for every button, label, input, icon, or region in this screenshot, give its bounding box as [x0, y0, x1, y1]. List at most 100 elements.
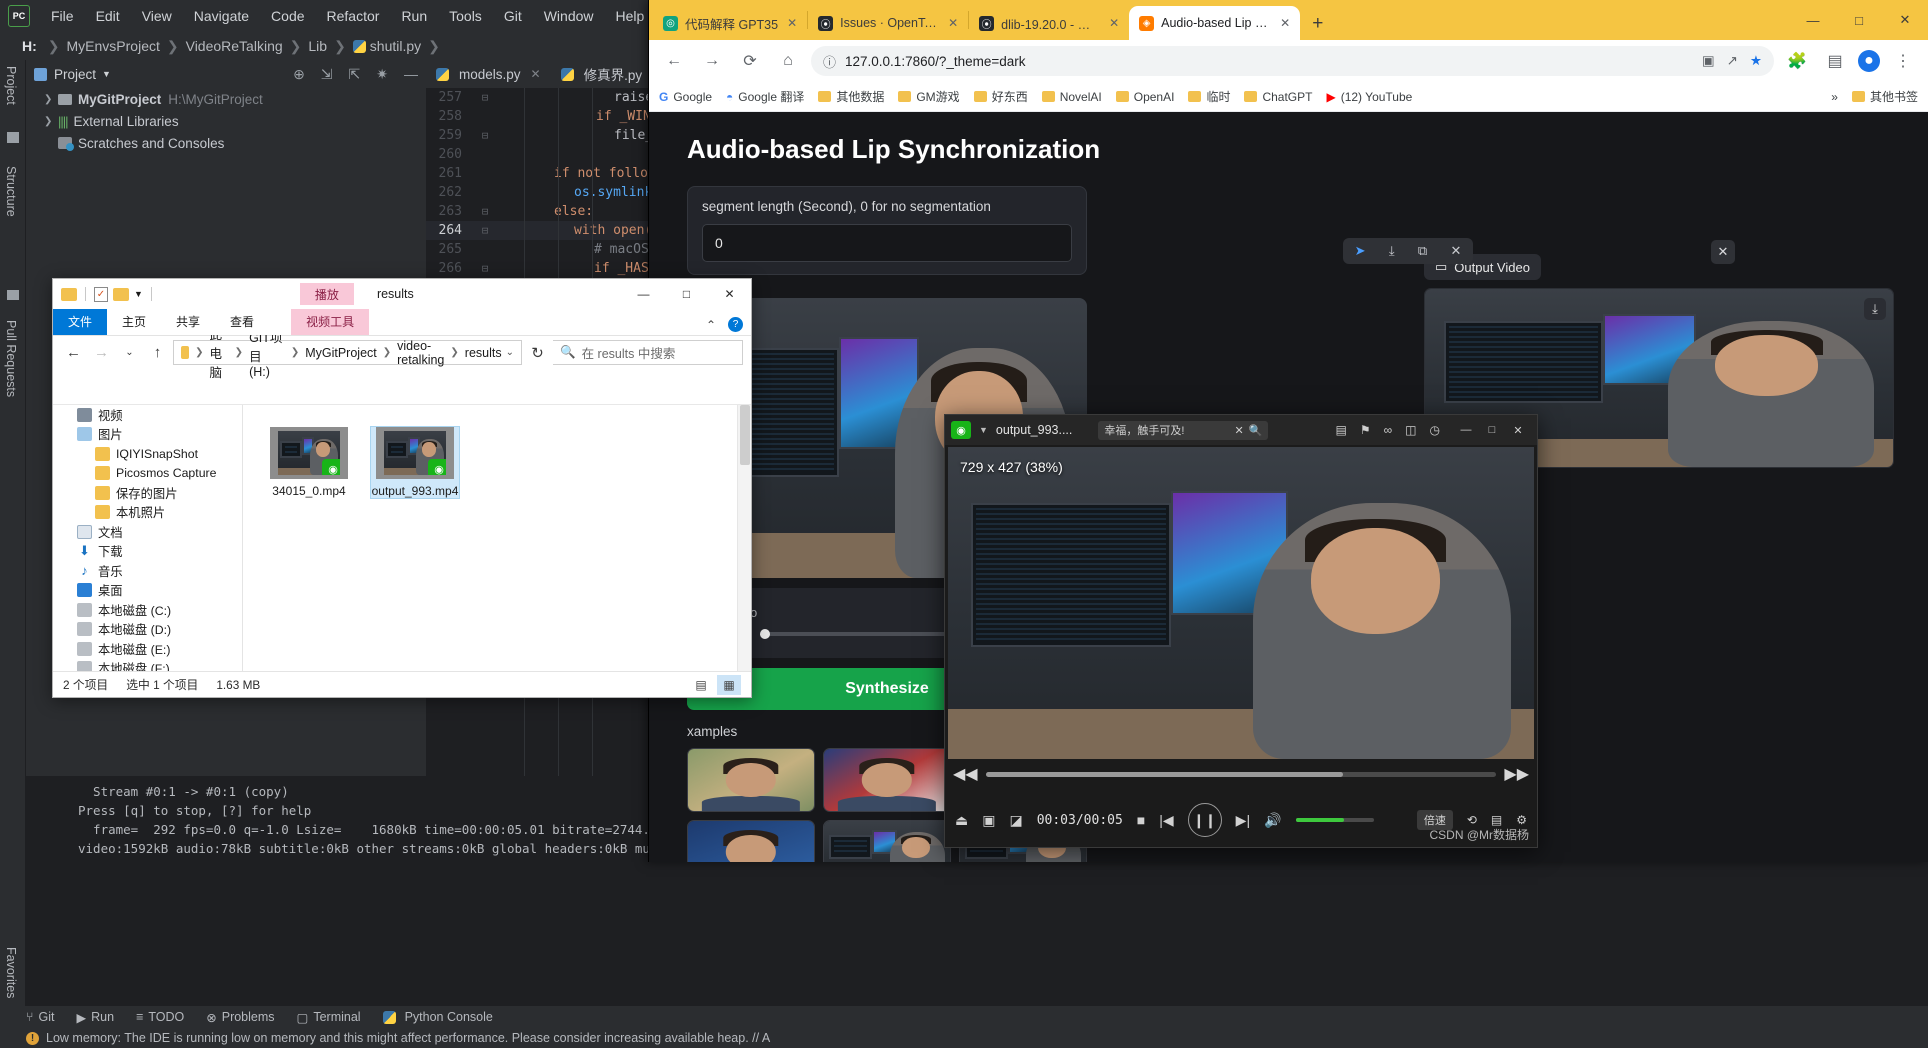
- breadcrumb-item-2[interactable]: VideoReTalking: [186, 38, 283, 54]
- tool-button-git[interactable]: ⑂ Git: [26, 1010, 55, 1024]
- example-thumbnail[interactable]: [823, 748, 951, 812]
- download-icon[interactable]: ⤓: [1389, 243, 1395, 259]
- nav-item-saved-pictures[interactable]: 保存的图片: [53, 483, 242, 503]
- close-button[interactable]: ✕: [1882, 3, 1928, 37]
- seek-forward-icon[interactable]: ▶▶: [1504, 764, 1529, 784]
- pause-icon[interactable]: ❙❙: [1187, 803, 1222, 837]
- editor-tab-models[interactable]: models.py ✕: [426, 60, 551, 88]
- menu-item-view[interactable]: View: [131, 8, 183, 24]
- qr-icon[interactable]: ▣: [1702, 53, 1715, 69]
- chevron-down-icon[interactable]: ▼: [102, 69, 111, 79]
- tag-icon[interactable]: ◫: [1405, 423, 1416, 437]
- history-icon[interactable]: ◷: [1430, 423, 1440, 437]
- forward-icon[interactable]: →: [697, 46, 727, 76]
- repeat-icon[interactable]: ⟲: [1467, 813, 1477, 827]
- new-folder-icon[interactable]: [113, 287, 129, 301]
- maximize-button[interactable]: □: [1836, 3, 1882, 37]
- volume-slider[interactable]: [1295, 818, 1374, 822]
- info-icon[interactable]: ⓘ: [823, 52, 836, 71]
- recent-locations-icon[interactable]: ⌄: [117, 340, 142, 365]
- link-icon[interactable]: ∞: [1384, 423, 1393, 437]
- expand-all-icon[interactable]: ⇲: [321, 66, 333, 83]
- close-button[interactable]: ✕: [708, 279, 751, 309]
- breadcrumb-item-4[interactable]: results: [465, 346, 502, 360]
- chevron-up-icon[interactable]: ⌃: [706, 318, 716, 332]
- chrome-tab-issues[interactable]: ⦿ Issues · OpenTalker/vide ✕: [808, 6, 968, 40]
- player-seek-slider[interactable]: [985, 771, 1497, 777]
- breadcrumb-drive[interactable]: H:: [22, 38, 37, 54]
- tool-button-terminal[interactable]: ▢ Terminal: [297, 1010, 361, 1025]
- menu-item-file[interactable]: File: [40, 8, 85, 24]
- new-tab-button[interactable]: +: [1300, 13, 1335, 40]
- seek-back-icon[interactable]: ◀◀: [953, 764, 978, 784]
- menu-item-edit[interactable]: Edit: [85, 8, 131, 24]
- menu-item-window[interactable]: Window: [533, 8, 605, 24]
- example-thumbnail[interactable]: [687, 820, 815, 862]
- breadcrumb-item-2[interactable]: MyGitProject: [305, 346, 377, 360]
- address-bar[interactable]: ⓘ 127.0.0.1:7860/?_theme=dark ▣ ↗ ★: [811, 46, 1774, 76]
- context-tab-play-top[interactable]: 播放: [299, 283, 354, 305]
- search-icon[interactable]: 🔍: [1249, 424, 1263, 437]
- file-item-output993[interactable]: ◉ output_993.mp4: [370, 426, 460, 499]
- ribbon-tab-share[interactable]: 共享: [161, 309, 215, 335]
- ribbon-tab-video-tools[interactable]: 视频工具: [291, 309, 370, 335]
- customize-chevron-icon[interactable]: ▼: [134, 289, 143, 299]
- bookmark-youtube[interactable]: ▶ (12) YouTube: [1326, 90, 1412, 104]
- fold-marker-icon[interactable]: ⊟: [474, 262, 496, 275]
- chevron-right-icon[interactable]: ❯: [44, 116, 58, 127]
- close-icon[interactable]: ✕: [1109, 16, 1119, 30]
- search-input[interactable]: 🔍 在 results 中搜索: [553, 340, 743, 365]
- folder-icon[interactable]: [61, 287, 77, 301]
- close-icon[interactable]: ✕: [1280, 16, 1290, 30]
- rail-tab-project[interactable]: Project: [4, 66, 18, 105]
- project-tree-row-scratches[interactable]: Scratches and Consoles: [26, 132, 426, 154]
- nav-item-local-photos[interactable]: 本机照片: [53, 503, 242, 523]
- menu-item-navigate[interactable]: Navigate: [183, 8, 260, 24]
- close-icon[interactable]: ✕: [948, 16, 958, 30]
- back-icon[interactable]: ←: [659, 46, 689, 76]
- project-tree-row-mygitproject[interactable]: ❯ MyGitProject H:\MyGitProject: [26, 88, 426, 110]
- bookmarks-overflow-button[interactable]: »: [1831, 90, 1838, 104]
- hide-panel-icon[interactable]: —: [404, 66, 418, 83]
- cursor-icon[interactable]: ➤: [1355, 243, 1366, 259]
- playlist-icon[interactable]: ▤: [1336, 423, 1347, 437]
- project-panel-title[interactable]: Project: [54, 67, 96, 82]
- segment-length-input[interactable]: 0: [702, 224, 1072, 262]
- rail-tab-favorites[interactable]: Favorites: [4, 947, 18, 998]
- download-icon[interactable]: ⤓: [1864, 298, 1886, 320]
- properties-icon[interactable]: ✓: [94, 286, 108, 302]
- fold-marker-icon[interactable]: ⊟: [474, 129, 496, 142]
- chrome-tab-audio-lip-sync[interactable]: ◈ Audio-based Lip Synchro ✕: [1129, 6, 1301, 40]
- close-icon[interactable]: ✕: [1450, 243, 1461, 259]
- menu-item-git[interactable]: Git: [493, 8, 533, 24]
- breadcrumb-path[interactable]: ❯ 此电脑 ❯ GIT项目 (H:) ❯ MyGitProject ❯ vide…: [173, 328, 522, 380]
- nav-item-music[interactable]: ♪ 音乐: [53, 561, 242, 581]
- video-close-button[interactable]: ✕: [1711, 240, 1735, 264]
- star-icon[interactable]: ★: [1750, 53, 1762, 69]
- potplayer-icon[interactable]: ◉: [951, 421, 971, 439]
- back-icon[interactable]: ←: [61, 340, 86, 365]
- chevron-right-icon[interactable]: ❯: [44, 94, 58, 105]
- nav-item-disk-f[interactable]: 本地磁盘 (F:): [53, 659, 242, 671]
- minimize-button[interactable]: —: [1453, 419, 1479, 441]
- bookmark-novelai[interactable]: NovelAI: [1041, 90, 1102, 104]
- nav-item-pictures[interactable]: 图片: [53, 425, 242, 445]
- help-icon[interactable]: ?: [728, 317, 743, 332]
- forward-icon[interactable]: →: [89, 340, 114, 365]
- bookmark-google-translate[interactable]: ◓ Google 翻译: [726, 88, 804, 105]
- minimize-button[interactable]: —: [622, 279, 665, 309]
- scrollbar-thumb[interactable]: [740, 405, 750, 465]
- share-icon[interactable]: ↗: [1727, 53, 1738, 69]
- bookmark-other-data[interactable]: 其他数据: [818, 88, 884, 105]
- extensions-icon[interactable]: 🧩: [1782, 46, 1812, 76]
- bookmark-good-stuff[interactable]: 好东西: [973, 88, 1028, 105]
- refresh-icon[interactable]: ↻: [525, 340, 550, 365]
- bookmark-other-bookmarks[interactable]: 其他书签: [1851, 88, 1918, 105]
- screenshot-icon[interactable]: ▣: [982, 812, 995, 829]
- reload-icon[interactable]: ⟳: [735, 46, 765, 76]
- maximize-button[interactable]: □: [665, 279, 708, 309]
- nav-item-iqiyisnapshot[interactable]: IQIYISnapShot: [53, 444, 242, 464]
- equalizer-icon[interactable]: ◪: [1009, 812, 1022, 829]
- collapse-all-icon[interactable]: ⇱: [349, 66, 361, 83]
- nav-item-desktop[interactable]: 桌面: [53, 581, 242, 601]
